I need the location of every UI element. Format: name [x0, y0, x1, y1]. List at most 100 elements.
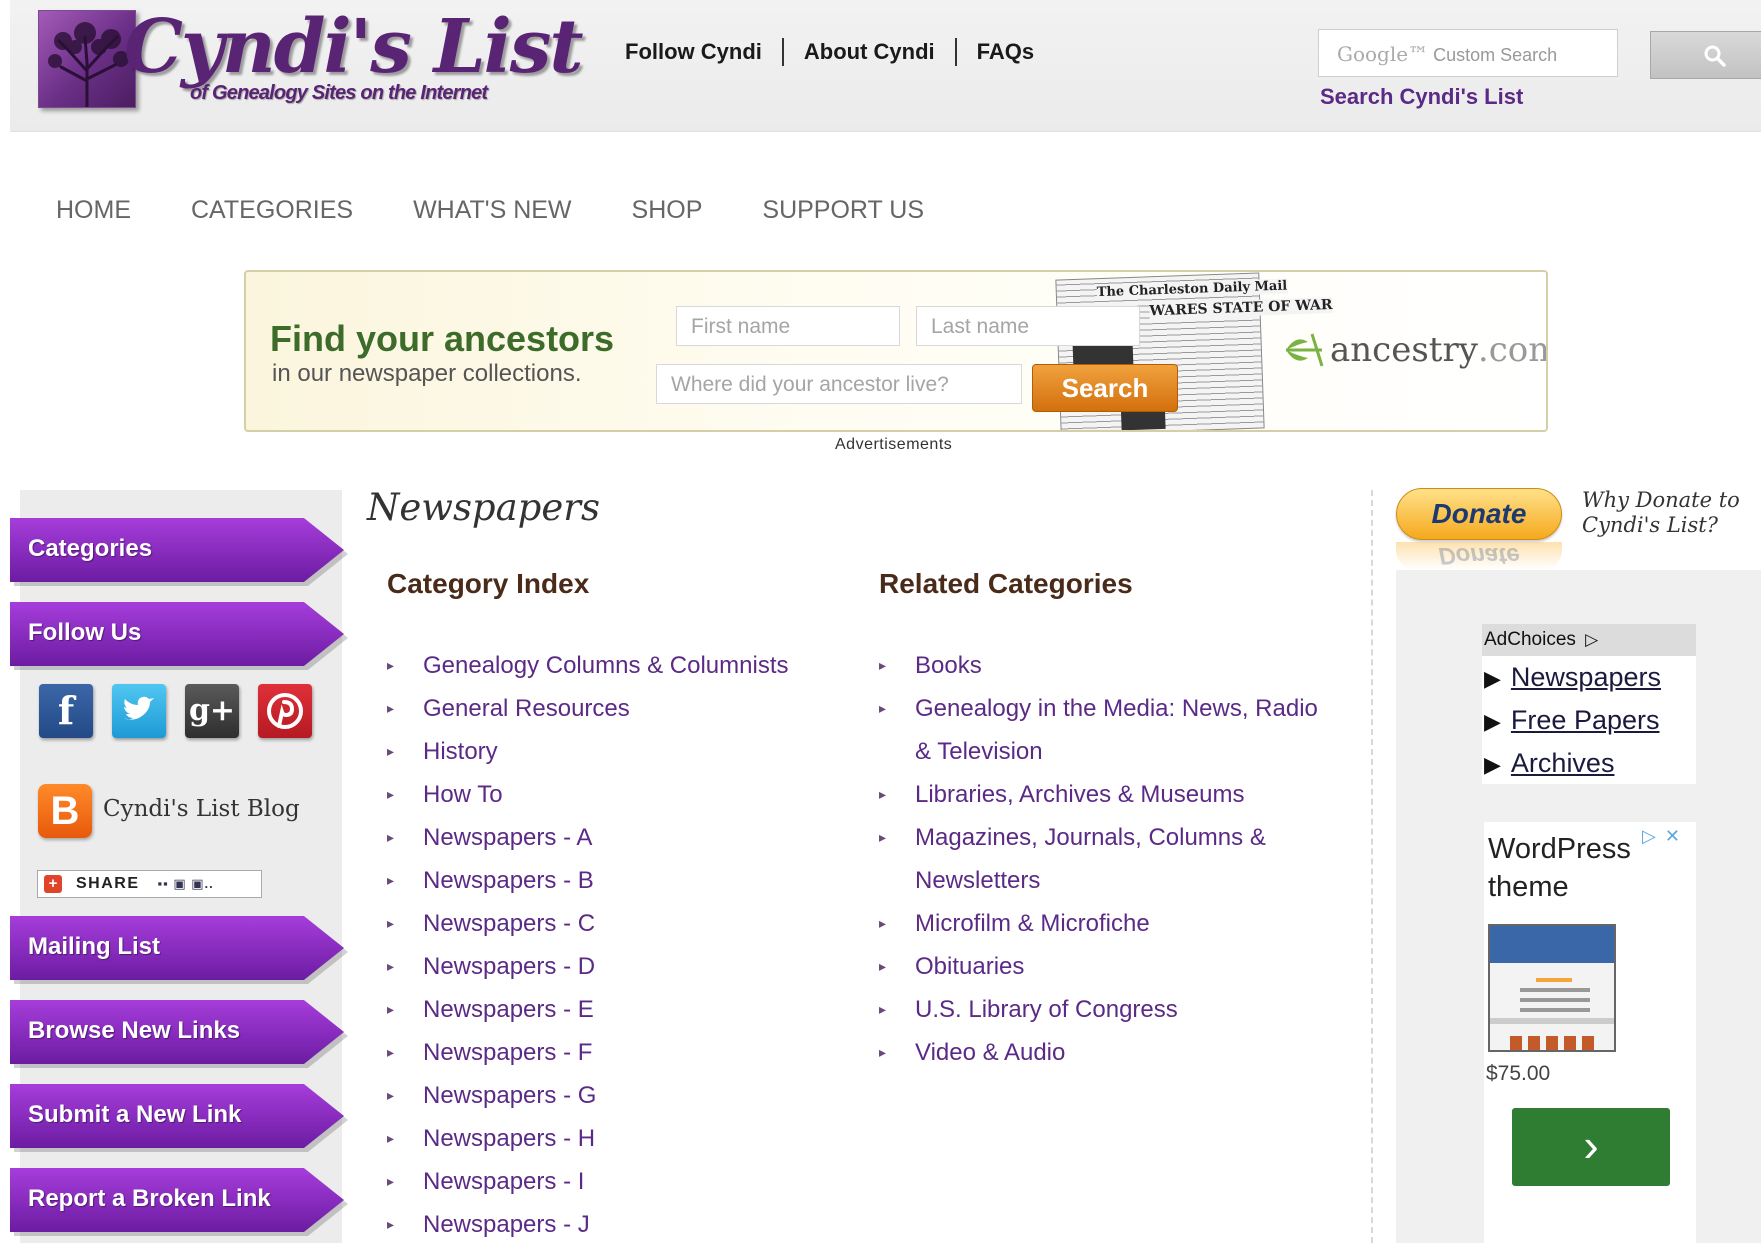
chevron-right-icon: ▸: [879, 915, 887, 931]
ad-link-archives[interactable]: ▶ Archives: [1484, 748, 1614, 779]
list-item[interactable]: ▸ Obituaries: [879, 945, 1369, 988]
mailing-list-button[interactable]: Mailing List: [10, 916, 344, 980]
list-item[interactable]: ▸ Newspapers - C: [387, 902, 847, 945]
report-broken-link-button[interactable]: Report a Broken Link: [10, 1168, 344, 1232]
triangle-icon: ▶: [1484, 666, 1501, 691]
chevron-right-icon: ▸: [387, 1130, 395, 1146]
top-links: Follow Cyndi About Cyndi FAQs: [625, 38, 1034, 66]
search-placeholder-text: Custom Search: [1433, 45, 1558, 65]
list-item[interactable]: ▸ Newspapers - G: [387, 1074, 847, 1117]
nav-home[interactable]: HOME: [56, 196, 131, 225]
newspaper-headline: WARES STATE OF WAR: [1149, 296, 1333, 320]
category-index-item-label: How To: [423, 781, 503, 808]
ad-first-name-field[interactable]: First name: [676, 306, 900, 346]
list-item[interactable]: ▸ Newspapers - D: [387, 945, 847, 988]
follow-us-button[interactable]: Follow Us: [10, 602, 344, 666]
site-logo[interactable]: Cyndi's List of Genealogy Sites on the I…: [38, 4, 584, 118]
list-item[interactable]: ▸ Newspapers - J: [387, 1203, 847, 1243]
ad-link-newspapers[interactable]: ▶ Newspapers: [1484, 662, 1661, 693]
category-index-heading: Category Index: [387, 568, 590, 599]
about-cyndi-link[interactable]: About Cyndi: [804, 39, 935, 65]
list-item[interactable]: ▸ Newspapers - F: [387, 1031, 847, 1074]
list-item[interactable]: ▸ Magazines, Journals, Columns &: [879, 816, 1369, 859]
nav-support-us[interactable]: SUPPORT US: [762, 196, 924, 225]
donate-button[interactable]: Donate: [1396, 488, 1562, 540]
list-item[interactable]: ▸ Genealogy Columns & Columnists: [387, 644, 847, 687]
column-divider: [1371, 490, 1373, 1243]
category-index-item-label: Newspapers - G: [423, 1082, 597, 1109]
category-index-item-label: Newspapers - F: [423, 1039, 593, 1066]
list-item[interactable]: ▸ Newspapers - B: [387, 859, 847, 902]
related-categories-list: ▸ Books ▸ Genealogy in the Media: News, Rad…: [879, 644, 1369, 1074]
wp-ad-title: WordPress theme: [1488, 833, 1631, 903]
category-index-item-label: Newspapers - C: [423, 910, 596, 937]
ancestry-ad-banner[interactable]: Find your ancestors in our newspaper col…: [244, 270, 1548, 432]
list-item[interactable]: ▸ Newspapers - H: [387, 1117, 847, 1160]
share-label: SHARE: [76, 875, 140, 892]
related-category-item-label: Magazines, Journals, Columns &: [915, 824, 1266, 851]
pinterest-icon[interactable]: [258, 684, 312, 738]
chevron-right-icon: ▸: [387, 786, 395, 802]
chevron-right-icon: ▸: [879, 700, 887, 716]
why-donate-link[interactable]: Why Donate to Cyndi's List?: [1582, 488, 1752, 538]
text-ad-box: AdChoices ▷ ▶ Newspapers ▶ Free Papers ▶ Ar…: [1482, 624, 1696, 784]
twitter-icon[interactable]: [112, 684, 166, 738]
wordpress-theme-ad[interactable]: WordPress theme ▷ ✕ $75.00 ›: [1484, 822, 1696, 1243]
submit-new-link-button[interactable]: Submit a New Link: [10, 1084, 344, 1148]
list-item[interactable]: ▸ General Resources: [387, 687, 847, 730]
ancestry-logo[interactable]: ancestry.com: [1282, 330, 1546, 370]
nav-whats-new[interactable]: WHAT'S NEW: [413, 196, 571, 225]
ad-subline: in our newspaper collections.: [272, 360, 582, 387]
google-plus-icon[interactable]: g+: [185, 684, 239, 738]
blog-link[interactable]: Cyndi's List Blog: [103, 796, 300, 822]
ad-close-icon[interactable]: ✕: [1665, 826, 1680, 846]
follow-cyndi-link[interactable]: Follow Cyndi: [625, 39, 762, 65]
chevron-right-icon: ▸: [879, 958, 887, 974]
site-header: Cyndi's List of Genealogy Sites on the I…: [10, 0, 1761, 132]
nav-shop[interactable]: SHOP: [632, 196, 703, 225]
list-item[interactable]: ▸ Newspapers - A: [387, 816, 847, 859]
ad-search-button[interactable]: Search: [1032, 364, 1178, 412]
chevron-right-icon: ▸: [879, 1044, 887, 1060]
list-item[interactable]: ▸Newsletters: [879, 859, 1369, 902]
page-title: Newspapers: [367, 486, 600, 529]
chevron-right-icon: ▸: [387, 657, 395, 673]
ad-location-field[interactable]: Where did your ancestor live?: [656, 364, 1022, 404]
ad-info-icon[interactable]: ▷: [1642, 826, 1656, 846]
list-item[interactable]: ▸ Microfilm & Microfiche: [879, 902, 1369, 945]
list-item[interactable]: ▸ Video & Audio: [879, 1031, 1369, 1074]
categories-button[interactable]: Categories: [10, 518, 344, 582]
list-item[interactable]: ▸ How To: [387, 773, 847, 816]
chevron-right-icon: ▸: [387, 1001, 395, 1017]
faqs-link[interactable]: FAQs: [977, 39, 1034, 65]
list-item[interactable]: ▸ Newspapers - E: [387, 988, 847, 1031]
ad-last-name-field[interactable]: Last name: [916, 306, 1140, 346]
chevron-right-icon: ▸: [879, 1001, 887, 1017]
facebook-icon[interactable]: f: [39, 684, 93, 738]
related-category-item-label: Newsletters: [915, 867, 1041, 894]
chevron-right-icon[interactable]: ›: [1512, 1108, 1670, 1186]
list-item[interactable]: ▸& Television: [879, 730, 1369, 773]
ad-link-free-papers[interactable]: ▶ Free Papers: [1484, 705, 1660, 736]
related-categories-heading: Related Categories: [879, 568, 1133, 599]
list-item[interactable]: ▸ Libraries, Archives & Museums: [879, 773, 1369, 816]
list-item[interactable]: ▸ Books: [879, 644, 1369, 687]
adchoices-bar[interactable]: AdChoices ▷: [1482, 624, 1696, 656]
share-button[interactable]: + SHARE ▪▪ ▣ ▣..: [37, 870, 262, 898]
theme-thumbnail: [1488, 924, 1616, 1052]
browse-new-links-button[interactable]: Browse New Links: [10, 1000, 344, 1064]
list-item[interactable]: ▸ U.S. Library of Congress: [879, 988, 1369, 1031]
list-item[interactable]: ▸ Newspapers - I: [387, 1160, 847, 1203]
chevron-right-icon: ▸: [387, 829, 395, 845]
nav-categories[interactable]: CATEGORIES: [191, 196, 353, 225]
category-index-item-label: History: [423, 738, 498, 765]
main-nav: HOME CATEGORIES WHAT'S NEW SHOP SUPPORT …: [56, 196, 984, 225]
blogger-icon[interactable]: B: [38, 784, 92, 838]
category-index-item-label: Newspapers - I: [423, 1168, 585, 1195]
list-item[interactable]: ▸ Genealogy in the Media: News, Radio: [879, 687, 1369, 730]
search-input[interactable]: Google™ Custom Search: [1318, 29, 1618, 77]
pin-icon: [267, 693, 303, 729]
list-item[interactable]: ▸ History: [387, 730, 847, 773]
search-button[interactable]: [1650, 31, 1761, 79]
search-cyndis-list-link[interactable]: Search Cyndi's List: [1320, 84, 1523, 110]
